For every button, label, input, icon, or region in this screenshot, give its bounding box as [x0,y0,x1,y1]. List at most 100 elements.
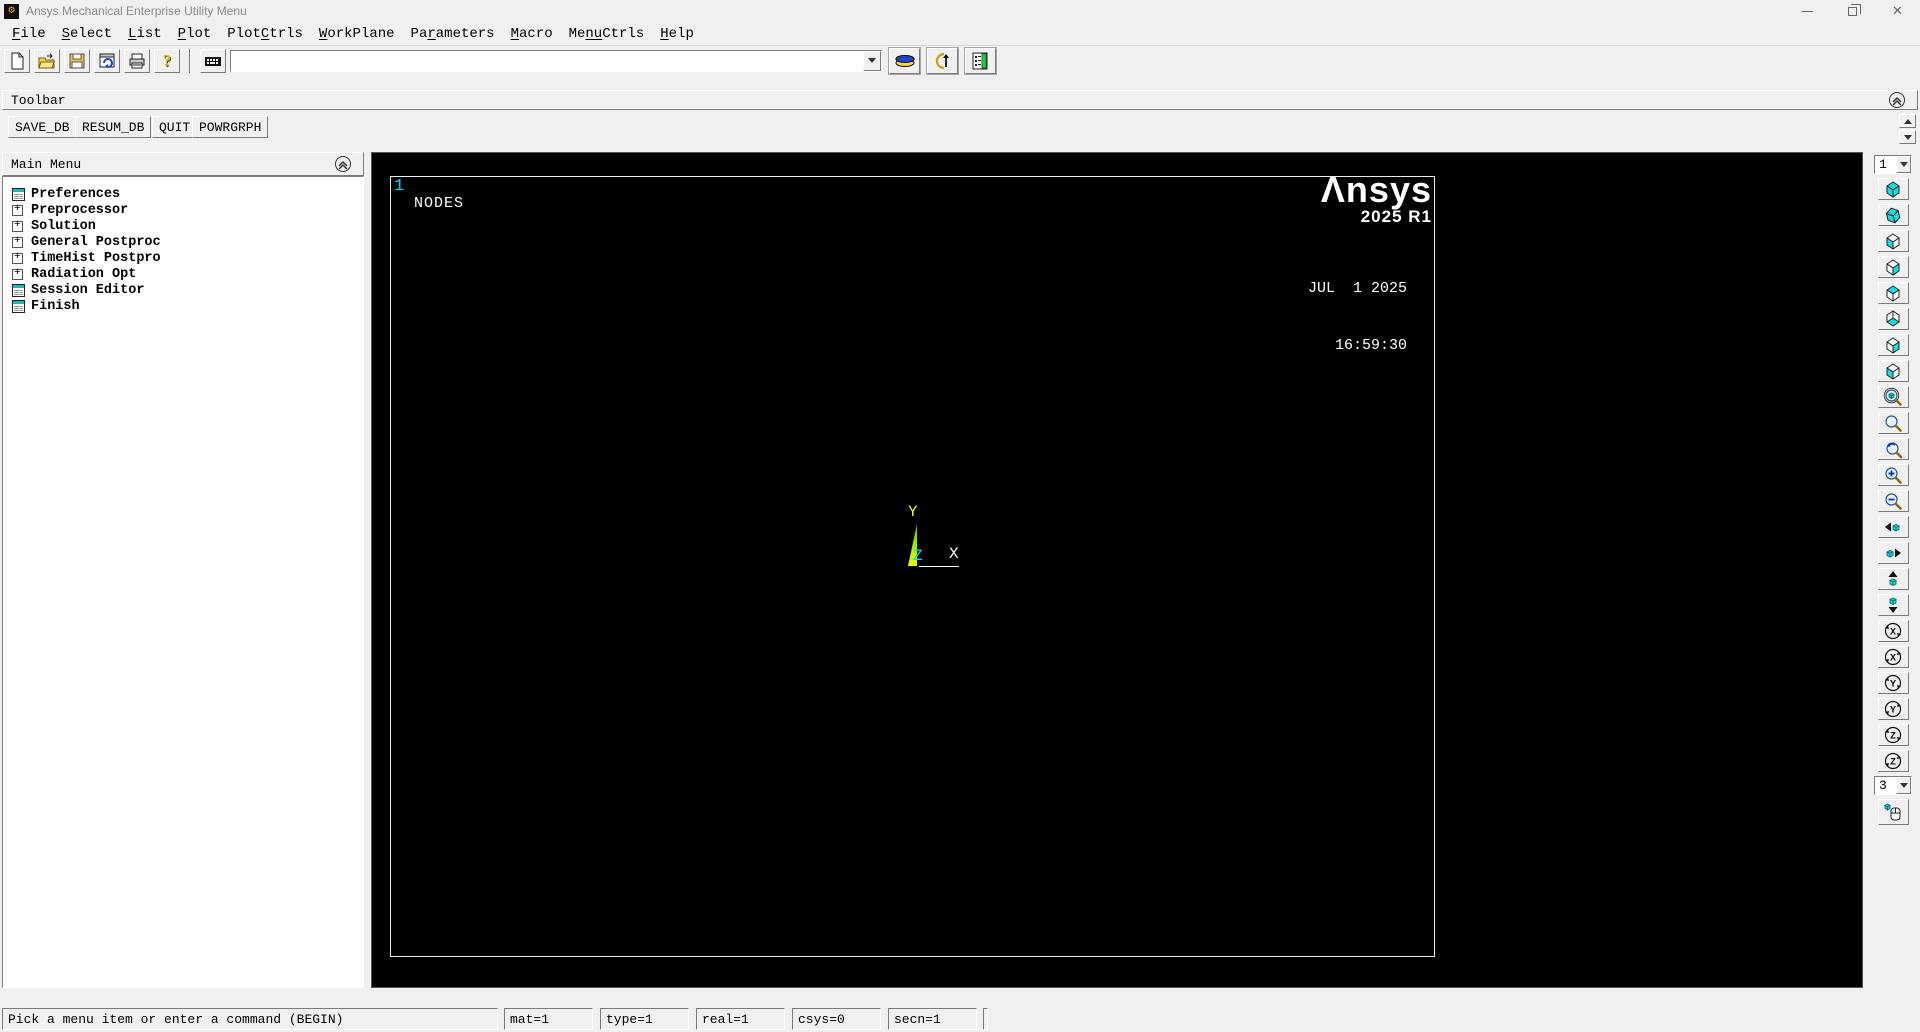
spinner-down-button[interactable] [1899,130,1916,144]
pan-left-button[interactable] [1877,516,1909,538]
view-front-button[interactable] [1877,230,1909,252]
chevron-down-icon[interactable] [1896,777,1911,794]
reset-picking-button[interactable] [927,47,958,74]
zoom-back-button[interactable] [1877,438,1909,460]
zoom-in-button[interactable] [1877,464,1909,486]
expand-plus-icon[interactable] [12,251,23,264]
rotate-minus-y-icon: Y [1884,700,1902,718]
pan-right-button[interactable] [1877,542,1909,564]
dialog-icon [12,299,25,313]
quit-button[interactable]: QUIT [152,116,198,138]
expand-plus-icon[interactable] [12,235,23,248]
menu-item-timehist-postpro[interactable]: TimeHist Postpro [3,250,363,266]
rotate-plus-y-button[interactable]: Y [1877,672,1909,694]
restore-button[interactable] [1830,0,1875,22]
rotate-minus-z-button[interactable]: Z [1877,750,1909,772]
resum-db-button[interactable]: RESUM_DB [75,116,152,138]
view-oblique-button[interactable] [1877,204,1909,226]
svg-text:Z: Z [1890,758,1896,769]
zoom-out-icon [1885,493,1902,510]
menu-item-preferences[interactable]: Preferences [3,186,363,202]
main-menu-collapse-button[interactable] [331,156,355,172]
chevron-up-icon [1903,118,1912,124]
menu-plotctrls[interactable]: PlotCtrls [219,25,311,43]
toolbar-spinner [1899,114,1916,144]
save-icon [69,53,85,68]
dynamic-model-mode-button[interactable] [1877,799,1909,825]
view-bottom-button[interactable] [1877,308,1909,330]
main-menu-panel: Main Menu Preferences Preprocessor Solut… [2,152,364,988]
keyboard-entry-button[interactable] [200,48,226,73]
chevron-down-icon [868,58,876,63]
expand-plus-icon[interactable] [12,219,23,232]
save-button[interactable] [64,48,90,73]
menu-workplane[interactable]: WorkPlane [311,25,403,43]
view-toolbar: 1 X X Y Y Z Z 3 [1866,152,1920,988]
status-bar: Pick a menu item or enter a command (BEG… [0,1006,1920,1032]
command-history-dropdown[interactable] [863,50,881,71]
contact-manager-button[interactable] [965,47,996,74]
menu-plot[interactable]: Plot [170,25,220,43]
plot-date: JUL 1 2025 [1307,280,1407,297]
menu-item-radiation-opt[interactable]: Radiation Opt [3,266,363,282]
menu-macro[interactable]: Macro [503,25,561,43]
menu-file[interactable]: File [4,25,54,43]
open-file-button[interactable] [34,48,60,73]
replot-button[interactable] [94,48,120,73]
command-input[interactable] [231,50,863,71]
spinner-up-button[interactable] [1899,114,1916,128]
rotate-minus-x-button[interactable]: X [1877,646,1909,668]
raise-hidden-button[interactable] [889,47,920,74]
menu-item-general-postproc[interactable]: General Postproc [3,234,363,250]
svg-text:Z: Z [1890,732,1896,743]
window-number-combo[interactable]: 1 [1874,155,1912,174]
minimize-button[interactable] [1785,0,1830,22]
menu-item-session-editor[interactable]: Session Editor [3,282,363,298]
restore-icon [1848,3,1861,16]
rotation-rate-combo[interactable]: 3 [1874,776,1912,795]
view-top-button[interactable] [1877,282,1909,304]
view-back-button[interactable] [1877,256,1909,278]
bottom-cube-icon [1886,310,1900,327]
new-file-button[interactable] [4,48,30,73]
save-db-button[interactable]: SAVE_DB [8,116,77,138]
menu-item-preprocessor[interactable]: Preprocessor [3,202,363,218]
menu-item-solution[interactable]: Solution [3,218,363,234]
menu-item-finish[interactable]: Finish [3,298,363,314]
menu-menuctrls[interactable]: MenuCtrls [561,25,653,43]
chevron-down-icon[interactable] [1896,156,1911,173]
powrgrph-button[interactable]: POWRGRPH [192,116,269,138]
svg-text:X: X [1890,654,1896,665]
rotate-plus-z-button[interactable]: Z [1877,724,1909,746]
fit-view-icon [1883,387,1902,406]
help-button[interactable]: ? [154,48,180,73]
toolbar-collapse-button[interactable] [1885,92,1909,108]
close-button[interactable]: ✕ [1875,0,1920,22]
chevron-down-icon [1903,134,1912,140]
zoom-fit-button[interactable] [1877,386,1909,408]
toolbar-panel-header: Toolbar [2,90,1918,110]
view-left-button[interactable] [1877,360,1909,382]
expand-plus-icon[interactable] [12,267,23,280]
menu-parameters[interactable]: Parameters [403,25,503,43]
replot-icon [99,53,115,68]
mouse-icon [1884,803,1901,821]
rotate-plus-x-button[interactable]: X [1877,620,1909,642]
print-button[interactable] [124,48,150,73]
view-isometric-button[interactable] [1877,178,1909,200]
pan-down-button[interactable] [1877,594,1909,616]
rotate-minus-y-button[interactable]: Y [1877,698,1909,720]
plot-window-number: 1 [394,177,405,196]
pan-up-icon [1888,571,1898,587]
menu-list[interactable]: List [120,25,170,43]
menu-select[interactable]: Select [54,25,120,43]
graphics-window[interactable]: 1 NODES Λnsys 2025 R1 JUL 1 2025 16:59:3… [371,152,1863,988]
zoom-out-button[interactable] [1877,490,1909,512]
menu-bar: File Select List Plot PlotCtrls WorkPlan… [0,22,1920,45]
pan-up-button[interactable] [1877,568,1909,590]
menu-help[interactable]: Help [652,25,702,43]
zoom-button[interactable] [1877,412,1909,434]
top-cube-icon [1886,285,1900,302]
expand-plus-icon[interactable] [12,203,23,216]
view-right-button[interactable] [1877,334,1909,356]
